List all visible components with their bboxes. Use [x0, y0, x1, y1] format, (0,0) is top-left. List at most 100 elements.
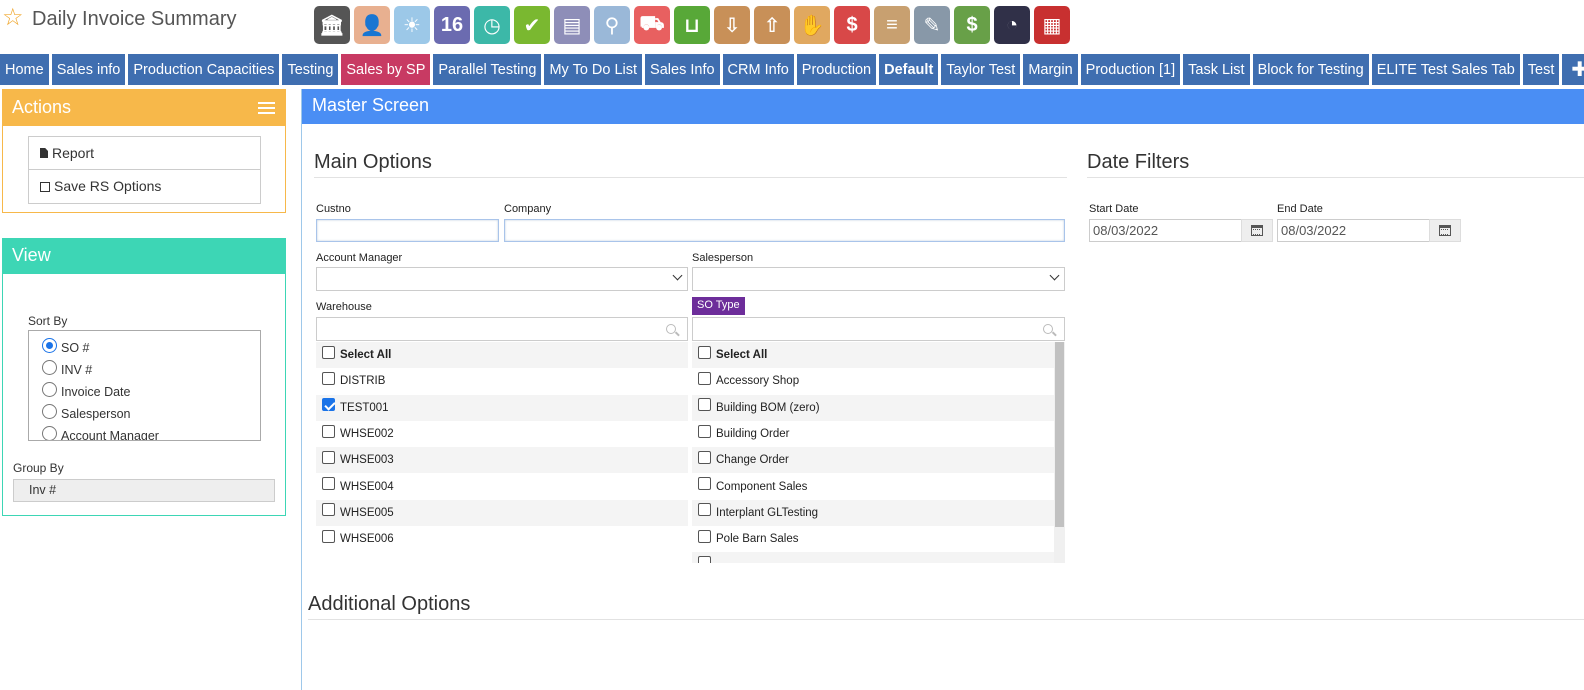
tab-sales-info[interactable]: Sales info [51, 54, 126, 85]
list-item[interactable]: Accessory Shop [692, 368, 1054, 394]
tab-testing[interactable]: Testing [282, 54, 339, 85]
price-tag-icon[interactable]: $ [834, 6, 870, 44]
tab-margin[interactable]: Margin [1023, 54, 1078, 85]
add-tab-button[interactable]: ✚ [1562, 54, 1584, 85]
group-by-field[interactable]: Inv # [13, 479, 275, 502]
checkbox[interactable] [322, 424, 335, 438]
checkbox[interactable] [322, 398, 335, 412]
start-date-calendar-button[interactable] [1241, 219, 1273, 242]
tab-test[interactable]: Test [1522, 54, 1560, 85]
list-item[interactable]: WHSE006 [316, 526, 688, 552]
truck-icon[interactable]: ⛟ [634, 6, 670, 44]
sort-option[interactable]: Salesperson [42, 399, 247, 421]
checkbox[interactable] [698, 345, 711, 359]
checkbox[interactable] [698, 371, 711, 385]
list-item[interactable] [692, 552, 1054, 563]
money-icon[interactable]: $ [954, 6, 990, 44]
tab-my-to-do-list[interactable]: My To Do List [544, 54, 643, 85]
inbox-download-icon[interactable]: ⇩ [714, 6, 750, 44]
magnifier-icon[interactable]: ⚲ [594, 6, 630, 44]
checkbox[interactable] [322, 345, 335, 359]
tab-production[interactable]: Production [796, 54, 877, 85]
list-item-label: Interplant GLTesting [716, 506, 819, 519]
list-item[interactable]: WHSE005 [316, 499, 688, 527]
checkbox[interactable] [698, 398, 711, 412]
tab-taylor-test[interactable]: Taylor Test [941, 54, 1021, 85]
checkbox[interactable] [322, 450, 335, 464]
report-button[interactable]: Report [29, 137, 260, 170]
hand-money-icon[interactable]: ✋ [794, 6, 830, 44]
bank-icon[interactable]: 🏛 [314, 6, 350, 44]
checkbox[interactable] [322, 503, 335, 517]
checkbox[interactable] [698, 477, 711, 491]
checkbox[interactable] [698, 503, 711, 517]
list-item[interactable]: Building Order [692, 421, 1054, 447]
checkbox[interactable] [322, 371, 335, 385]
favorite-star-icon[interactable]: ☆ [2, 4, 24, 32]
tab-home[interactable]: Home [0, 54, 49, 85]
building-icon[interactable]: ▦ [1034, 6, 1070, 44]
end-date-input[interactable]: 08/03/2022 [1277, 219, 1430, 242]
user-icon[interactable]: 👤 [354, 6, 390, 44]
tab-task-list[interactable]: Task List [1183, 54, 1250, 85]
checkbox[interactable] [322, 529, 335, 543]
tab-sales-by-sp[interactable]: Sales by SP [341, 54, 431, 85]
select-all-item[interactable]: Select All [316, 342, 688, 369]
start-date-input[interactable]: 08/03/2022 [1089, 219, 1242, 242]
company-input[interactable] [504, 219, 1065, 242]
checkbox[interactable] [698, 556, 711, 563]
sort-option[interactable]: Account Manager [42, 421, 247, 440]
sort-option[interactable]: SO # [42, 333, 247, 355]
gauge-icon[interactable]: ◔ [994, 6, 1030, 44]
tab-default[interactable]: Default [879, 54, 939, 85]
tab-production-1[interactable]: Production [1] [1080, 54, 1181, 85]
pencil-icon[interactable]: ✎ [914, 6, 950, 44]
list-item[interactable]: WHSE002 [316, 421, 688, 447]
radio-button[interactable] [42, 404, 57, 419]
checkmark-icon[interactable]: ✔ [514, 6, 550, 44]
calendar-16-icon[interactable]: 16 [434, 6, 470, 44]
tab-block-for-testing[interactable]: Block for Testing [1252, 54, 1369, 85]
sort-option[interactable]: Invoice Date [42, 377, 247, 399]
custno-input[interactable] [316, 219, 499, 242]
basket-icon[interactable]: ⊔ [674, 6, 710, 44]
select-all-item[interactable]: Select All [692, 342, 1054, 369]
sort-option[interactable]: INV # [42, 355, 247, 377]
tab-sales-info[interactable]: Sales Info [645, 54, 720, 85]
list-item[interactable]: Pole Barn Sales [692, 526, 1054, 552]
list-item[interactable]: Interplant GLTesting [692, 499, 1054, 527]
checkbox[interactable] [322, 477, 335, 491]
radio-button[interactable] [42, 360, 57, 375]
tab-parallel-testing[interactable]: Parallel Testing [433, 54, 542, 85]
scroll-thumb[interactable] [1055, 342, 1064, 527]
account-manager-select[interactable] [316, 267, 688, 291]
list-item[interactable]: WHSE004 [316, 473, 688, 499]
end-date-calendar-button[interactable] [1429, 219, 1461, 242]
warehouse-search-input[interactable] [316, 317, 688, 341]
list-item[interactable]: Component Sales [692, 473, 1054, 499]
clipboard-icon[interactable]: ≡ [874, 6, 910, 44]
tab-crm-info[interactable]: CRM Info [722, 54, 794, 85]
so-type-search-input[interactable] [692, 317, 1065, 341]
clock-icon[interactable]: ◷ [474, 6, 510, 44]
window-icon[interactable]: ▤ [554, 6, 590, 44]
list-item[interactable]: Change Order [692, 447, 1054, 474]
save-rs-options-button[interactable]: Save RS Options [29, 170, 260, 203]
tab-elite-test-sales-tab[interactable]: ELITE Test Sales Tab [1371, 54, 1520, 85]
radio-button[interactable] [42, 382, 57, 397]
list-item[interactable]: DISTRIB [316, 368, 688, 394]
radio-button[interactable] [42, 426, 57, 440]
list-item[interactable]: Building BOM (zero) [692, 394, 1054, 421]
radio-button[interactable] [42, 338, 57, 353]
salesperson-select[interactable] [692, 267, 1065, 291]
list-item[interactable]: WHSE003 [316, 447, 688, 474]
list-item[interactable]: TEST001 [316, 394, 688, 421]
so-type-scrollbar[interactable] [1054, 342, 1065, 563]
checkbox[interactable] [698, 450, 711, 464]
tab-production-capacities[interactable]: Production Capacities [128, 54, 280, 85]
checkbox[interactable] [698, 424, 711, 438]
inbox-upload-icon[interactable]: ⇧ [754, 6, 790, 44]
menu-icon[interactable] [258, 102, 275, 117]
checkbox[interactable] [698, 529, 711, 543]
weather-icon[interactable]: ☀ [394, 6, 430, 44]
